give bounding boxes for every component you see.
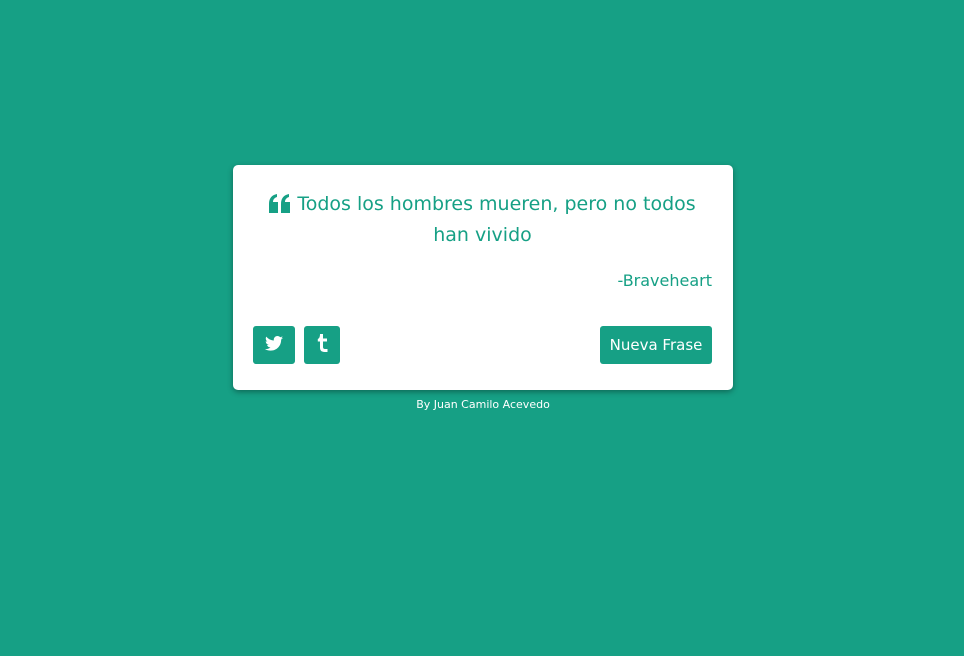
quote-box: Todos los hombres mueren, pero no todos … — [233, 165, 733, 390]
quote-author: -Braveheart — [617, 271, 712, 290]
tweet-button[interactable] — [253, 326, 295, 364]
quote-text: Todos los hombres mueren, pero no todos … — [297, 193, 696, 246]
footer-credit: By Juan Camilo Acevedo — [416, 398, 550, 411]
tumblr-icon — [317, 334, 328, 356]
new-quote-button[interactable]: Nueva Frase — [600, 326, 712, 364]
tumblr-button[interactable] — [304, 326, 340, 364]
quote-text-block: Todos los hombres mueren, pero no todos … — [253, 189, 712, 251]
twitter-icon — [265, 335, 283, 355]
quote-left-icon — [269, 194, 291, 213]
